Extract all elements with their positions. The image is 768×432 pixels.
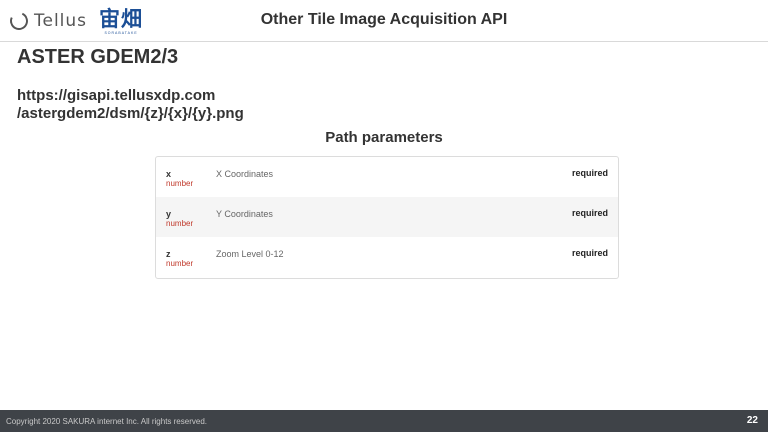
- param-description: Zoom Level 0-12: [216, 249, 284, 259]
- param-name: y: [166, 209, 172, 219]
- slide-title: Other Tile Image Acquisition API: [0, 11, 768, 29]
- param-name: x: [166, 169, 172, 179]
- param-required: required: [571, 168, 608, 178]
- api-url-line-1: https://gisapi.tellusxdp.com: [17, 87, 216, 104]
- param-required: required: [571, 248, 608, 258]
- param-description: Y Coordinates: [216, 209, 273, 219]
- copyright-text: Copyright 2020 SAKURA internet Inc. All …: [6, 417, 207, 426]
- param-name: z: [166, 249, 171, 259]
- slide-title-text: Other Tile Image Acquisition API: [260, 11, 508, 28]
- section-title: ASTER GDEM2/3: [17, 46, 179, 68]
- param-type: number: [166, 259, 194, 268]
- param-required: required: [571, 208, 608, 218]
- sorabatake-logo-sub: SORABATAKE: [104, 30, 138, 35]
- param-row-x: x number X Coordinates required: [156, 157, 618, 197]
- slide-header: Tellus 宙畑 SORABATAKE Other Tile Image Ac…: [0, 0, 768, 42]
- api-url-line-2: /astergdem2/dsm/{z}/{x}/{y}.png: [17, 105, 244, 122]
- param-row-z: z number Zoom Level 0-12 required: [156, 237, 618, 277]
- path-parameters-table: x number X Coordinates required y number…: [155, 156, 619, 279]
- param-row-y: y number Y Coordinates required: [156, 197, 618, 237]
- page-number: 22: [746, 415, 758, 426]
- param-description: X Coordinates: [216, 169, 274, 179]
- param-type: number: [166, 179, 194, 188]
- path-parameters-heading: Path parameters: [325, 129, 443, 146]
- param-type: number: [166, 219, 194, 228]
- slide-footer: Copyright 2020 SAKURA internet Inc. All …: [0, 410, 768, 432]
- api-url: https://gisapi.tellusxdp.com /astergdem2…: [17, 87, 244, 123]
